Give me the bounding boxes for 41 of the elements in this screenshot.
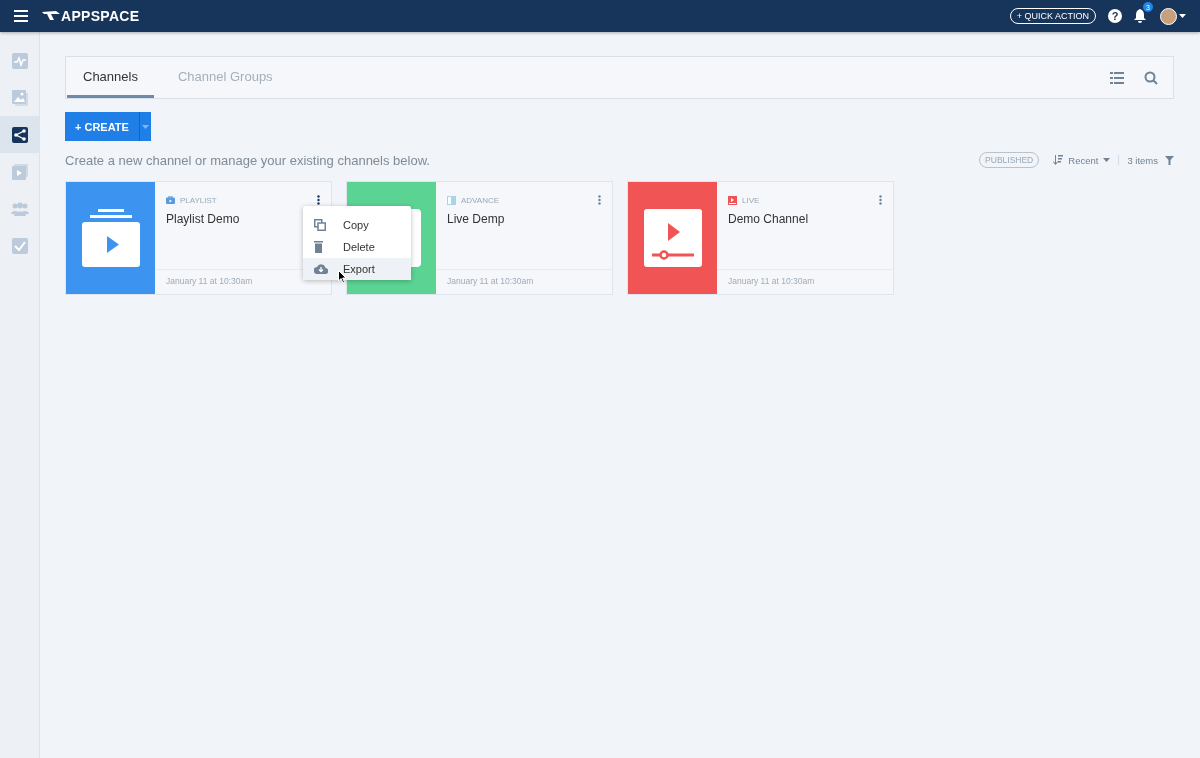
app-logo[interactable]: APPSPACE bbox=[61, 8, 140, 24]
sort-icon[interactable] bbox=[1053, 155, 1064, 165]
channel-name[interactable]: Live Demp bbox=[447, 212, 505, 226]
channel-name[interactable]: Playlist Demo bbox=[166, 212, 240, 226]
channel-date: January 11 at 10:30am bbox=[436, 269, 612, 294]
copy-icon bbox=[314, 219, 326, 231]
channel-type-label: PLAYLIST bbox=[180, 195, 218, 205]
channel-type-label: ADVANCE bbox=[461, 195, 501, 205]
briefcase-icon bbox=[166, 196, 175, 204]
channel-date: January 11 at 10:30am bbox=[717, 269, 893, 294]
live-video-icon bbox=[643, 209, 702, 267]
user-avatar[interactable] bbox=[1160, 7, 1177, 25]
page-description: Create a new channel or manage your existing channels below. bbox=[65, 152, 431, 168]
menu-item[interactable]: Delete bbox=[303, 236, 411, 258]
sort-dropdown[interactable]: Recent bbox=[1053, 154, 1111, 166]
item-count: 3 items bbox=[1127, 154, 1158, 166]
layout-icon bbox=[447, 195, 456, 205]
channel-name[interactable]: Demo Channel bbox=[728, 212, 809, 226]
trash-icon bbox=[314, 241, 323, 253]
share-nodes-icon[interactable] bbox=[11, 126, 28, 143]
logo-mark-icon bbox=[42, 11, 60, 21]
create-dropdown-button[interactable] bbox=[139, 112, 151, 141]
more-options-icon[interactable] bbox=[317, 195, 320, 205]
help-button[interactable]: ? bbox=[1108, 9, 1122, 23]
menu-item[interactable]: Copy bbox=[303, 214, 411, 236]
caret-icon bbox=[1179, 14, 1186, 18]
caret-icon bbox=[141, 124, 149, 129]
live-video-icon bbox=[728, 195, 737, 205]
tab[interactable]: Channels bbox=[67, 57, 154, 98]
menu-item[interactable]: Export bbox=[303, 258, 411, 280]
list-view-icon[interactable] bbox=[1110, 71, 1124, 84]
cloud-download-icon bbox=[314, 264, 328, 274]
caret-icon bbox=[1103, 158, 1111, 162]
bell-icon[interactable] bbox=[1134, 9, 1146, 23]
search-icon[interactable] bbox=[1144, 70, 1158, 85]
channel-type-label: LIVE bbox=[742, 195, 761, 205]
create-button[interactable]: + CREATE bbox=[65, 112, 140, 141]
menu-icon[interactable] bbox=[14, 10, 28, 22]
filter-icon[interactable] bbox=[1165, 155, 1174, 165]
checkbox-icon[interactable] bbox=[11, 237, 28, 254]
playlist-video-icon bbox=[81, 209, 140, 267]
